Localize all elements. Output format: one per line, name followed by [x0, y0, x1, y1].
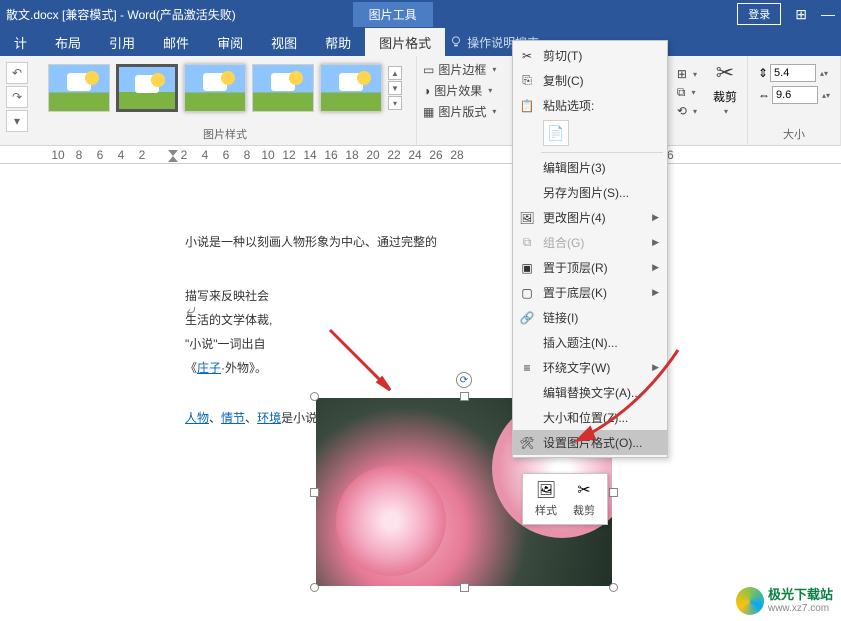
paste-option-keep-formatting[interactable]: 📄: [543, 120, 569, 146]
menu-group: ⧉组合(G)▶: [513, 230, 667, 255]
tab-mailings[interactable]: 邮件: [149, 28, 203, 56]
watermark-logo: 极光下载站 www.xz7.com: [736, 587, 833, 615]
group-label-size: 大小: [783, 126, 805, 144]
menu-edit-picture[interactable]: 编辑图片(3): [513, 155, 667, 180]
menu-bring-to-front[interactable]: ▣置于顶层(R)▶: [513, 255, 667, 280]
width-row: ⇔ ▴▾: [758, 86, 830, 104]
tab-design[interactable]: 计: [0, 28, 41, 56]
format-picture-icon: 🛠: [519, 435, 535, 451]
width-icon: ⇔: [758, 88, 770, 102]
contextual-tab-label: 图片工具: [353, 2, 433, 27]
horizontal-ruler[interactable]: 1086422468101214161820222426284446: [0, 146, 841, 164]
crop-icon: ✂: [716, 60, 734, 86]
menu-insert-caption[interactable]: 插入题注(N)...: [513, 330, 667, 355]
menu-edit-alt-text[interactable]: 编辑替换文字(A)...: [513, 380, 667, 405]
logo-url: www.xz7.com: [768, 603, 833, 614]
ribbon-display-icon[interactable]: ⊞: [795, 6, 807, 23]
picture-style-4[interactable]: [252, 64, 314, 112]
link-icon: 🔗: [519, 310, 535, 326]
align-icon: ⊞: [677, 67, 687, 81]
tab-layout[interactable]: 布局: [41, 28, 95, 56]
paragraph-mark-icon: ⤶: [186, 300, 196, 321]
redo-button[interactable]: ↷: [6, 86, 28, 108]
height-input[interactable]: [770, 64, 816, 82]
menu-save-as-picture[interactable]: 另存为图片(S)...: [513, 180, 667, 205]
width-input[interactable]: [772, 86, 818, 104]
picture-border-button[interactable]: ▭图片边框▾: [423, 60, 496, 79]
menu-format-picture[interactable]: 🛠设置图片格式(O)...: [513, 430, 667, 455]
context-menu: ✂剪切(T) ⎘复制(C) 📋粘贴选项: 📄 编辑图片(3) 另存为图片(S).…: [512, 40, 668, 458]
indent-marker[interactable]: [168, 150, 178, 162]
group-button[interactable]: ⧉▾: [677, 84, 697, 101]
nav-down-button[interactable]: ▾: [6, 110, 28, 132]
change-picture-icon: 🖼: [519, 210, 535, 226]
picture-style-3[interactable]: [184, 64, 246, 112]
link-plot[interactable]: 情节: [221, 411, 245, 425]
picture-style-5[interactable]: [320, 64, 382, 112]
tab-references[interactable]: 引用: [95, 28, 149, 56]
crop-mini-icon: ✂: [574, 480, 594, 500]
lightbulb-icon: [449, 35, 463, 49]
mini-crop-button[interactable]: ✂ 裁剪: [565, 478, 603, 520]
height-icon: ⇕: [758, 66, 768, 80]
styles-scroll-down[interactable]: ▼: [388, 81, 402, 95]
picture-effects-button[interactable]: ◑图片效果▾: [423, 81, 496, 100]
border-icon: ▭: [423, 63, 434, 77]
menu-paste-options-label: 📋粘贴选项:: [513, 93, 667, 118]
link-setting[interactable]: 环境: [257, 411, 281, 425]
minimize-icon[interactable]: —: [821, 6, 835, 22]
picture-layout-button[interactable]: ▦图片版式▾: [423, 102, 496, 121]
bring-front-icon: ▣: [519, 260, 535, 276]
sign-in-button[interactable]: 登录: [737, 3, 781, 25]
logo-name: 极光下载站: [768, 588, 833, 602]
link-character[interactable]: 人物: [185, 411, 209, 425]
styles-scroll-up[interactable]: ▲: [388, 66, 402, 80]
crop-button[interactable]: 裁剪: [713, 88, 737, 105]
picture-style-2[interactable]: [116, 64, 178, 112]
ribbon: ↶ ↷ ▾ ▲ ▼ ▾ 图片样式 ▭图片边框▾ ◑图片效果▾ ▦图片版式▾ 层 …: [0, 56, 841, 146]
link-zhuangzi[interactable]: 庄子: [197, 361, 221, 375]
rotate-icon: ⟲: [677, 104, 687, 118]
wrap-text-icon: ≡: [519, 360, 535, 376]
menu-copy[interactable]: ⎘复制(C): [513, 68, 667, 93]
menu-send-to-back[interactable]: ▢置于底层(K)▶: [513, 280, 667, 305]
menu-size-and-position[interactable]: 大小和位置(Z)...: [513, 405, 667, 430]
effects-icon: ◑: [423, 84, 430, 98]
layout-icon: ▦: [423, 105, 434, 119]
copy-icon: ⎘: [519, 73, 535, 89]
group-label-styles: 图片样式: [203, 126, 247, 144]
ribbon-tabs: 计 布局 引用 邮件 审阅 视图 帮助 图片格式 操作说明搜索: [0, 28, 841, 56]
menu-change-picture[interactable]: 🖼更改图片(4)▶: [513, 205, 667, 230]
menu-cut[interactable]: ✂剪切(T): [513, 43, 667, 68]
tab-picture-format[interactable]: 图片格式: [365, 28, 445, 56]
rotate-handle[interactable]: ⟳: [456, 372, 472, 388]
height-row: ⇕ ▴▾: [758, 64, 830, 82]
rotate-button[interactable]: ⟲▾: [677, 103, 697, 119]
send-back-icon: ▢: [519, 285, 535, 301]
align-button[interactable]: ⊞▾: [677, 66, 697, 82]
cut-icon: ✂: [519, 48, 535, 64]
document-title: 散文.docx [兼容模式] - Word(产品激活失败): [6, 6, 303, 23]
menu-hyperlink[interactable]: 🔗链接(I): [513, 305, 667, 330]
tab-help[interactable]: 帮助: [311, 28, 365, 56]
mini-toolbar: 🖼 样式 ✂ 裁剪: [522, 473, 608, 525]
group-menu-icon: ⧉: [519, 235, 535, 251]
title-bar: 散文.docx [兼容模式] - Word(产品激活失败) 图片工具 登录 ⊞ …: [0, 0, 841, 28]
logo-icon: [736, 587, 764, 615]
styles-more[interactable]: ▾: [388, 96, 402, 110]
tab-view[interactable]: 视图: [257, 28, 311, 56]
paste-icon: 📋: [519, 98, 535, 114]
group-icon: ⧉: [677, 85, 686, 100]
picture-style-1[interactable]: [48, 64, 110, 112]
menu-wrap-text[interactable]: ≡环绕文字(W)▶: [513, 355, 667, 380]
style-mini-icon: 🖼: [536, 480, 556, 500]
tab-review[interactable]: 审阅: [203, 28, 257, 56]
undo-button[interactable]: ↶: [6, 62, 28, 84]
mini-style-button[interactable]: 🖼 样式: [527, 478, 565, 520]
